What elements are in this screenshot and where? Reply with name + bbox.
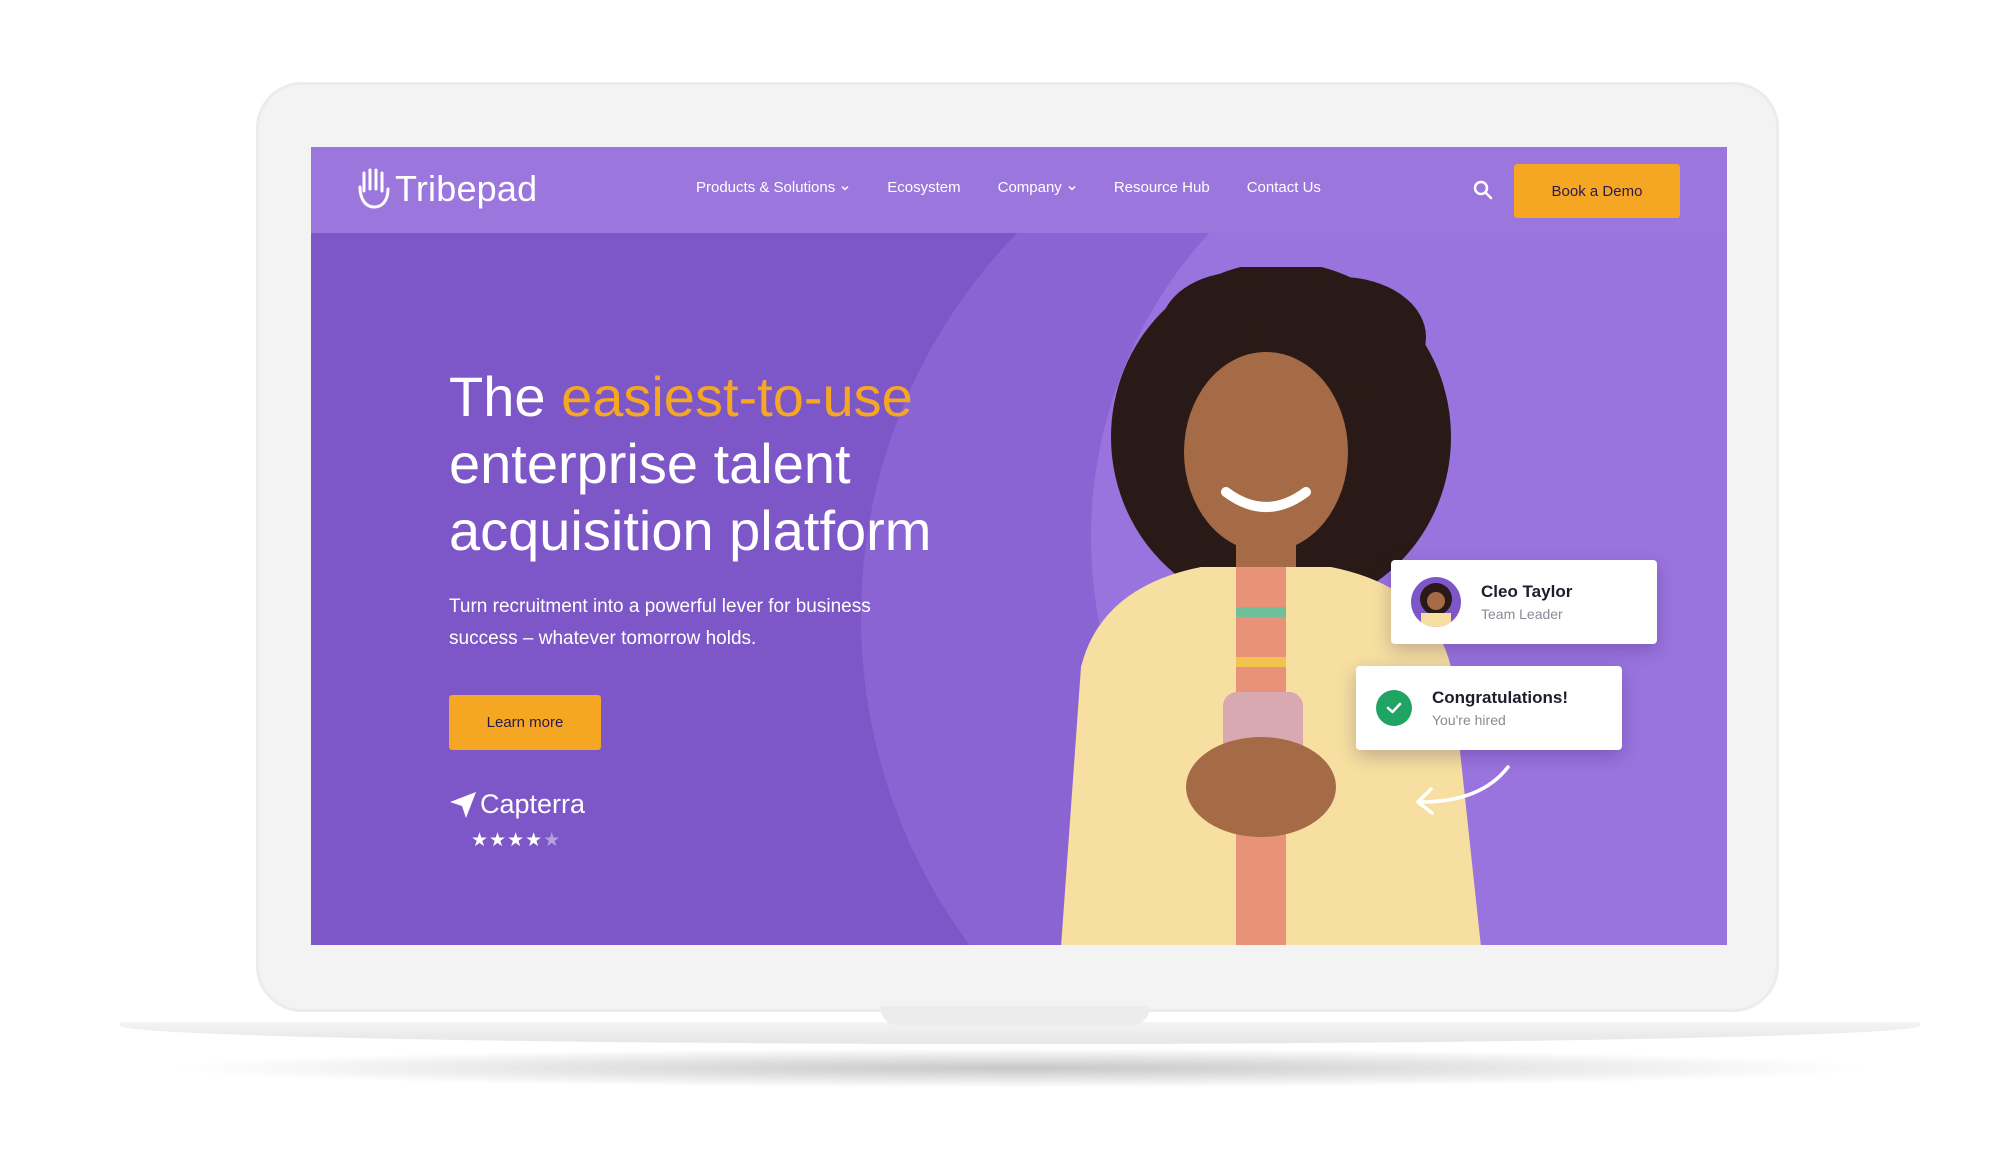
profile-card: Cleo Taylor Team Leader bbox=[1391, 560, 1657, 644]
nav-item-ecosystem[interactable]: Ecosystem bbox=[887, 179, 960, 196]
capterra-badge[interactable]: Capterra bbox=[448, 789, 585, 820]
profile-role: Team Leader bbox=[1481, 606, 1563, 622]
profile-card-text: Cleo Taylor Team Leader bbox=[1481, 582, 1572, 622]
nav-label: Resource Hub bbox=[1113, 179, 1210, 196]
capterra-label: Capterra bbox=[480, 789, 586, 819]
logo-text: Tribepad bbox=[395, 168, 538, 209]
main-menu: Products & Solutions Ecosystem Company R… bbox=[696, 179, 1321, 196]
website-screen: Tribepad Products & Solutions Ecosystem … bbox=[311, 147, 1727, 945]
nav-item-resource-hub[interactable]: Resource Hub bbox=[1114, 179, 1210, 196]
profile-name: Cleo Taylor bbox=[1481, 582, 1573, 601]
hired-notification-card: Congratulations! You're hired bbox=[1356, 666, 1622, 750]
hired-subtitle: You're hired bbox=[1432, 712, 1506, 728]
curved-arrow-icon bbox=[1416, 765, 1510, 815]
chevron-down-icon bbox=[841, 185, 849, 191]
checkmark-icon bbox=[1376, 690, 1412, 726]
half-star-icon: ★ bbox=[543, 830, 562, 851]
nav-label: Company bbox=[997, 179, 1062, 196]
headline-accent: easiest-to-use bbox=[561, 365, 913, 428]
nav-label: Contact Us bbox=[1246, 179, 1321, 196]
star-icon: ★ bbox=[507, 830, 526, 851]
chevron-down-icon bbox=[1068, 185, 1076, 191]
book-demo-button[interactable]: Book a Demo bbox=[1514, 164, 1680, 218]
star-icon: ★ bbox=[471, 830, 490, 851]
headline-prefix: The bbox=[449, 365, 562, 428]
nav-item-products-solutions[interactable]: Products & Solutions bbox=[696, 179, 850, 196]
headline-rest: enterprise talent acquisition platform bbox=[449, 432, 932, 562]
nav-label: Products & Solutions bbox=[696, 179, 836, 196]
hero-subtext: Turn recruitment into a powerful lever f… bbox=[449, 596, 871, 649]
laptop-shadow bbox=[160, 1048, 1880, 1088]
nav-item-contact-us[interactable]: Contact Us bbox=[1247, 179, 1321, 196]
congrats-title: Congratulations! bbox=[1432, 688, 1568, 707]
learn-more-button[interactable]: Learn more bbox=[449, 695, 601, 750]
capterra-arrow-icon bbox=[450, 791, 476, 818]
avatar-image bbox=[1420, 583, 1452, 627]
search-icon[interactable] bbox=[1473, 180, 1493, 200]
avatar bbox=[1411, 577, 1461, 627]
top-navigation: Tribepad Products & Solutions Ecosystem … bbox=[311, 147, 1727, 233]
nav-label: Ecosystem bbox=[887, 179, 961, 196]
hired-card-text: Congratulations! You're hired bbox=[1432, 688, 1568, 728]
star-icon: ★ bbox=[489, 830, 508, 851]
tribepad-logo[interactable]: Tribepad bbox=[357, 167, 537, 211]
star-icon: ★ bbox=[525, 830, 544, 851]
rating-stars: ★★★★★ bbox=[471, 829, 561, 852]
hero-headline: The easiest-to-use enterprise talent acq… bbox=[449, 363, 1069, 564]
hand-logo-icon bbox=[358, 168, 390, 209]
nav-item-company[interactable]: Company bbox=[998, 179, 1077, 196]
laptop-notch bbox=[880, 1006, 1150, 1026]
